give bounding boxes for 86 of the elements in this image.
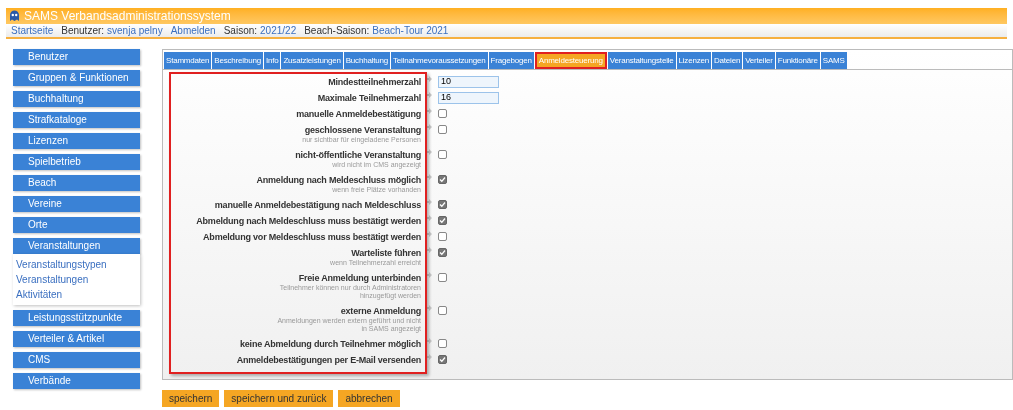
arrow-icon: [426, 338, 432, 344]
sidebar-item[interactable]: Beach: [13, 175, 140, 191]
mascot-icon: [9, 10, 20, 22]
arrow-icon: [426, 305, 432, 311]
tab[interactable]: Anmeldesteuerung: [534, 52, 607, 69]
arrow-icon: [426, 92, 432, 98]
sidebar-item[interactable]: Gruppen & Funktionen: [13, 70, 140, 86]
nav-link[interactable]: svenja pelny: [107, 23, 163, 38]
form-button[interactable]: speichern: [162, 390, 220, 407]
checkbox[interactable]: [438, 273, 447, 282]
field-label: nicht-öffentliche Veranstaltung: [295, 149, 421, 161]
field-label: keine Abmeldung durch Teilnehmer möglich: [239, 338, 421, 350]
nav-link[interactable]: 2021/22: [260, 23, 297, 38]
checkbox[interactable]: [438, 306, 447, 315]
tab[interactable]: Info: [263, 52, 281, 69]
field-label: Freie Anmeldung unterbinden: [298, 272, 421, 284]
checkbox[interactable]: [438, 216, 447, 225]
sidebar-item[interactable]: Orte: [13, 217, 140, 233]
tab[interactable]: Fragebogen: [488, 52, 534, 69]
sidebar-item[interactable]: Strafkataloge: [13, 112, 140, 128]
field-label: Warteliste führen: [351, 247, 421, 259]
arrow-icon: [426, 215, 432, 221]
app-title: SAMS Verbandsadministrationssystem: [24, 8, 231, 25]
checkbox[interactable]: [438, 248, 447, 257]
tab[interactable]: Verteiler: [743, 52, 775, 69]
tab[interactable]: Beschreibung: [212, 52, 263, 69]
tab[interactable]: Stammdaten: [164, 52, 212, 69]
sidebar-item[interactable]: Benutzer: [13, 49, 140, 65]
arrow-icon: [426, 247, 432, 253]
sidebar-item[interactable]: Spielbetrieb: [13, 154, 140, 170]
arrow-icon: [426, 76, 432, 82]
number-field[interactable]: 16: [438, 92, 499, 104]
tab[interactable]: SAMS: [820, 52, 847, 69]
field-label: Maximale Teilnehmerzahl: [317, 92, 421, 104]
field-label: Anmeldebestätigungen per E-Mail versenden: [236, 354, 421, 366]
sidebar-item[interactable]: Verteiler & Artikel: [13, 331, 140, 347]
sidebar-subitem[interactable]: Veranstaltungen: [13, 272, 140, 287]
nav-link[interactable]: Beach-Tour 2021: [372, 23, 449, 38]
arrow-icon: [426, 354, 432, 360]
sidebar-item[interactable]: Lizenzen: [13, 133, 140, 149]
tab[interactable]: Dateien: [712, 52, 743, 69]
checkbox[interactable]: [438, 200, 447, 209]
field-label: externe Anmeldung: [340, 305, 421, 317]
sidebar-item[interactable]: Verbände: [13, 373, 140, 389]
sidebar-item[interactable]: Vereine: [13, 196, 140, 212]
field-label: manuelle Anmeldebestätigung: [296, 108, 421, 120]
checkbox[interactable]: [438, 232, 447, 241]
field-label: Abmeldung nach Meldeschluss muss bestätigt werden: [196, 215, 421, 227]
sidebar-subitem[interactable]: Veranstaltungstypen: [13, 257, 140, 272]
tab[interactable]: Buchhaltung: [343, 52, 390, 69]
form-button[interactable]: speichern und zurück: [224, 390, 334, 407]
arrow-icon: [426, 231, 432, 237]
sidebar-item[interactable]: Veranstaltungen: [13, 238, 140, 254]
nav-label: Saison:: [223, 24, 258, 38]
tab[interactable]: Teilnahmevoraussetzungen: [391, 52, 488, 69]
arrow-icon: [426, 124, 432, 130]
checkbox[interactable]: [438, 109, 447, 118]
sidebar-item[interactable]: Leistungsstützpunkte: [13, 310, 140, 326]
checkbox[interactable]: [438, 355, 447, 364]
field-label: geschlossene Veranstaltung: [304, 124, 421, 136]
field-label: manuelle Anmeldebestätigung nach Meldeschluss: [214, 199, 421, 211]
nav-link[interactable]: Abmelden: [170, 23, 216, 38]
arrow-icon: [426, 174, 432, 180]
nav-label: Benutzer:: [61, 24, 105, 38]
number-field[interactable]: 10: [438, 76, 499, 88]
sidebar-item[interactable]: Buchhaltung: [13, 91, 140, 107]
checkbox[interactable]: [438, 175, 447, 184]
checkbox[interactable]: [438, 150, 447, 159]
field-label: Mindestteilnehmerzahl: [328, 76, 421, 88]
tab[interactable]: Lizenzen: [676, 52, 711, 69]
nav-link[interactable]: Startseite: [11, 23, 54, 38]
form-button[interactable]: abbrechen: [338, 390, 400, 407]
field-label: Anmeldung nach Meldeschluss möglich: [256, 174, 421, 186]
nav-label: Beach-Saison:: [304, 24, 370, 38]
sidebar-item[interactable]: CMS: [13, 352, 140, 368]
tab[interactable]: Veranstaltungsteile: [607, 52, 676, 69]
field-label: Abmeldung vor Meldeschluss muss bestätigt werden: [203, 231, 421, 243]
checkbox[interactable]: [438, 339, 447, 348]
tab[interactable]: Zusatzleistungen: [281, 52, 343, 69]
arrow-icon: [426, 199, 432, 205]
arrow-icon: [426, 272, 432, 278]
arrow-icon: [426, 149, 432, 155]
sidebar-subitem[interactable]: Aktivitäten: [13, 287, 140, 302]
checkbox[interactable]: [438, 125, 447, 134]
arrow-icon: [426, 108, 432, 114]
tab[interactable]: Funktionäre: [775, 52, 820, 69]
